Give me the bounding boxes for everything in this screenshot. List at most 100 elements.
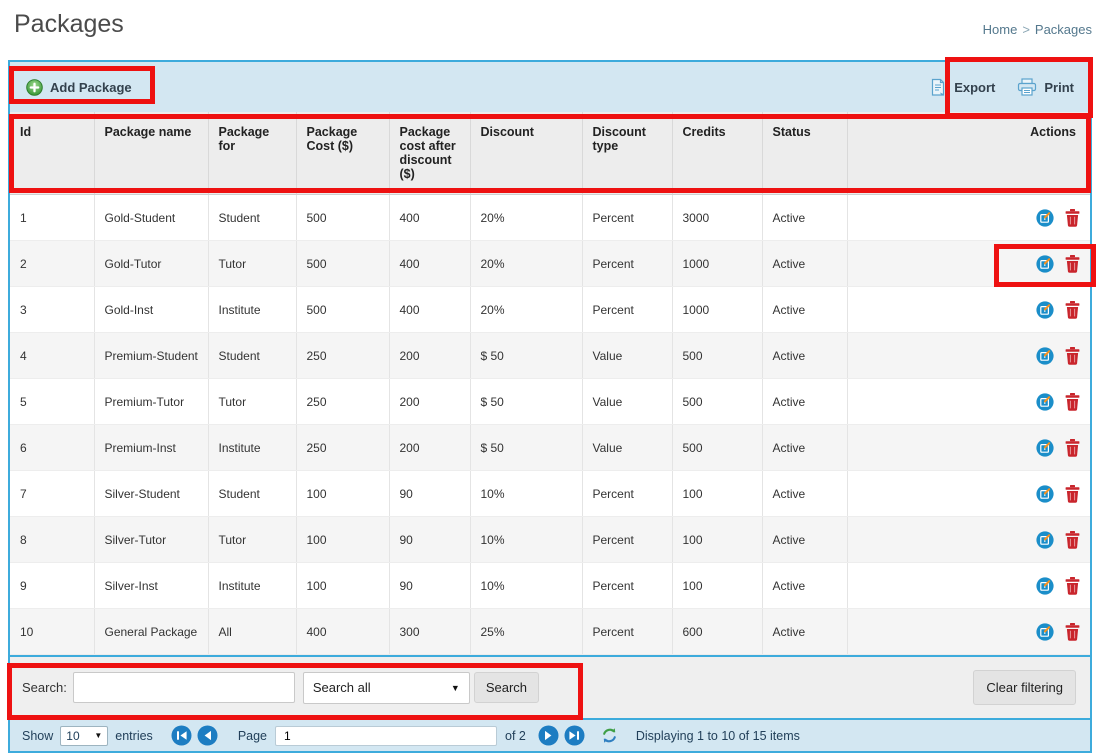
- delete-button[interactable]: [1065, 301, 1080, 319]
- page-number-input[interactable]: [275, 726, 497, 746]
- cell-credits: 1000: [672, 241, 762, 287]
- first-page-icon: [171, 725, 192, 746]
- edit-icon: [1036, 485, 1054, 503]
- entries-selected: 10: [66, 729, 79, 743]
- cell-discount_type: Value: [582, 379, 672, 425]
- cell-status: Active: [762, 195, 847, 241]
- cell-id: 10: [10, 609, 94, 655]
- delete-icon: [1065, 439, 1080, 457]
- actions-cell: [847, 609, 1090, 655]
- page-count-label: of 2: [505, 729, 526, 743]
- cell-for: Student: [208, 333, 296, 379]
- table-row: 7Silver-StudentStudent1009010%Percent100…: [10, 471, 1090, 517]
- cell-credits: 3000: [672, 195, 762, 241]
- cell-discount_type: Percent: [582, 609, 672, 655]
- clear-filtering-button[interactable]: Clear filtering: [973, 670, 1076, 705]
- print-icon: [1017, 78, 1037, 96]
- delete-button[interactable]: [1065, 347, 1080, 365]
- export-label: Export: [954, 80, 995, 95]
- delete-icon: [1065, 209, 1080, 227]
- search-button[interactable]: Search: [474, 672, 539, 703]
- cell-status: Active: [762, 241, 847, 287]
- table-row: 6Premium-InstInstitute250200$ 50Value500…: [10, 425, 1090, 471]
- search-input[interactable]: [73, 672, 295, 703]
- cell-discount: $ 50: [470, 425, 582, 471]
- cell-id: 4: [10, 333, 94, 379]
- edit-button[interactable]: [1036, 301, 1054, 319]
- cell-status: Active: [762, 471, 847, 517]
- cell-name: Silver-Inst: [94, 563, 208, 609]
- cell-status: Active: [762, 287, 847, 333]
- previous-page-icon: [197, 725, 218, 746]
- entries-select[interactable]: 10 ▼: [60, 726, 108, 746]
- delete-button[interactable]: [1065, 531, 1080, 549]
- print-button[interactable]: Print: [1017, 78, 1074, 96]
- cell-discount_type: Percent: [582, 195, 672, 241]
- edit-icon: [1036, 255, 1054, 273]
- delete-button[interactable]: [1065, 577, 1080, 595]
- cell-discount: 20%: [470, 195, 582, 241]
- actions-cell: [847, 517, 1090, 563]
- edit-button[interactable]: [1036, 347, 1054, 365]
- last-page-icon: [564, 725, 585, 746]
- cell-credits: 100: [672, 517, 762, 563]
- cell-credits: 500: [672, 379, 762, 425]
- cell-cost: 500: [296, 287, 389, 333]
- next-page-button[interactable]: [538, 725, 559, 746]
- edit-button[interactable]: [1036, 577, 1054, 595]
- page-title: Packages: [14, 10, 124, 39]
- cell-status: Active: [762, 425, 847, 471]
- delete-button[interactable]: [1065, 255, 1080, 273]
- edit-button[interactable]: [1036, 485, 1054, 503]
- edit-button[interactable]: [1036, 255, 1054, 273]
- actions-cell: [847, 563, 1090, 609]
- breadcrumb-home[interactable]: Home: [983, 22, 1018, 37]
- refresh-button[interactable]: [601, 727, 618, 744]
- cell-cost: 250: [296, 379, 389, 425]
- delete-button[interactable]: [1065, 209, 1080, 227]
- column-header: Credits: [672, 112, 762, 195]
- breadcrumb: Home>Packages: [983, 22, 1092, 37]
- edit-button[interactable]: [1036, 209, 1054, 227]
- cell-cost: 250: [296, 333, 389, 379]
- cell-discount: 25%: [470, 609, 582, 655]
- cell-cost_after: 90: [389, 471, 470, 517]
- export-button[interactable]: Export: [929, 78, 995, 97]
- edit-icon: [1036, 347, 1054, 365]
- table-body: 1Gold-StudentStudent50040020%Percent3000…: [10, 195, 1090, 655]
- column-header: Status: [762, 112, 847, 195]
- cell-name: Premium-Student: [94, 333, 208, 379]
- edit-icon: [1036, 439, 1054, 457]
- edit-icon: [1036, 531, 1054, 549]
- table-row: 1Gold-StudentStudent50040020%Percent3000…: [10, 195, 1090, 241]
- cell-id: 9: [10, 563, 94, 609]
- delete-button[interactable]: [1065, 623, 1080, 641]
- delete-icon: [1065, 623, 1080, 641]
- cell-cost: 400: [296, 609, 389, 655]
- cell-cost_after: 300: [389, 609, 470, 655]
- actions-cell: [847, 241, 1090, 287]
- edit-button[interactable]: [1036, 623, 1054, 641]
- cell-name: Gold-Student: [94, 195, 208, 241]
- cell-cost: 250: [296, 425, 389, 471]
- search-field-select[interactable]: Search all ▼: [303, 672, 470, 704]
- cell-discount_type: Percent: [582, 241, 672, 287]
- first-page-button[interactable]: [171, 725, 192, 746]
- refresh-icon: [601, 727, 618, 744]
- edit-button[interactable]: [1036, 531, 1054, 549]
- previous-page-button[interactable]: [197, 725, 218, 746]
- edit-button[interactable]: [1036, 393, 1054, 411]
- delete-button[interactable]: [1065, 393, 1080, 411]
- edit-icon: [1036, 393, 1054, 411]
- edit-button[interactable]: [1036, 439, 1054, 457]
- delete-icon: [1065, 393, 1080, 411]
- cell-cost: 100: [296, 563, 389, 609]
- delete-button[interactable]: [1065, 485, 1080, 503]
- cell-cost: 100: [296, 471, 389, 517]
- packages-table: IdPackage namePackage forPackage Cost ($…: [10, 112, 1090, 655]
- column-header: Discount: [470, 112, 582, 195]
- actions-cell: [847, 287, 1090, 333]
- delete-button[interactable]: [1065, 439, 1080, 457]
- last-page-button[interactable]: [564, 725, 585, 746]
- add-package-button[interactable]: Add Package: [26, 79, 132, 96]
